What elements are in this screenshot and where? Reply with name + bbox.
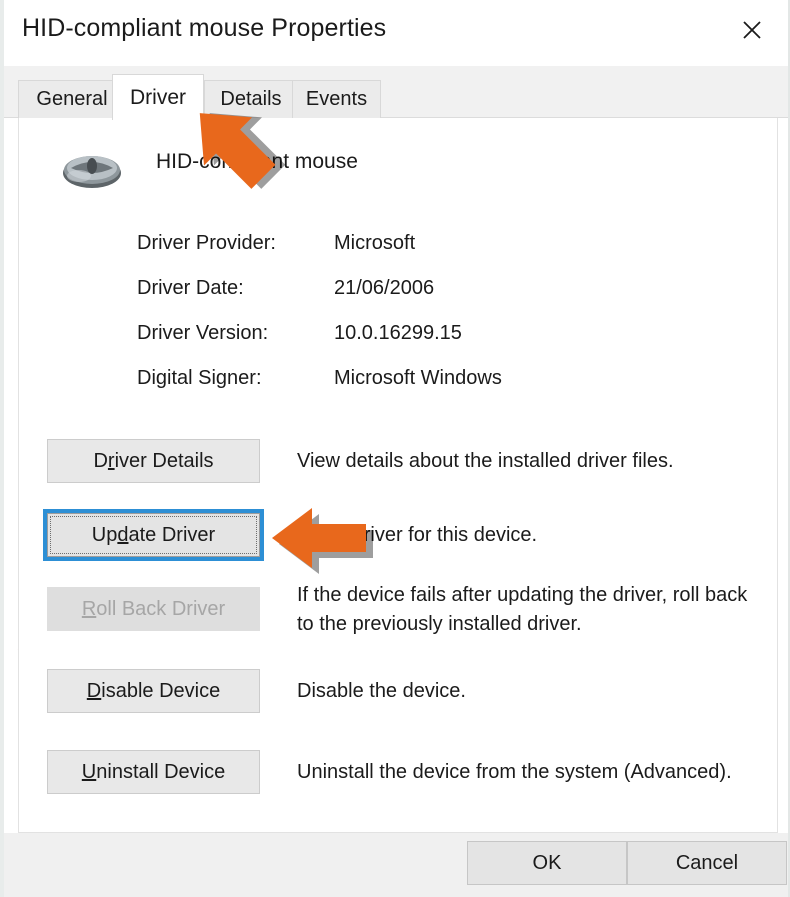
disable-device-description: Disable the device.: [297, 680, 466, 702]
button-label: Roll Back Driver: [81, 597, 226, 620]
info-row: Driver Provider: Microsoft: [137, 232, 697, 277]
tab-label: General: [36, 88, 108, 110]
info-label: Driver Provider:: [137, 232, 276, 254]
tab-strip: General Driver Details Events: [4, 66, 788, 120]
tab-details[interactable]: Details: [204, 80, 298, 118]
button-label: Disable Device: [86, 679, 221, 702]
info-label: Driver Version:: [137, 322, 269, 344]
driver-details-button[interactable]: Driver Details: [47, 439, 260, 483]
tab-label: Details: [220, 88, 282, 110]
close-icon[interactable]: [728, 8, 776, 52]
driver-details-description: View details about the installed driver …: [297, 450, 674, 472]
button-label: Driver Details: [93, 449, 214, 472]
driver-tab-panel: HID-compliant mouse Driver Provider: Mic…: [18, 117, 778, 833]
tab-events[interactable]: Events: [292, 80, 381, 118]
device-header: HID-compliant mouse: [43, 133, 643, 199]
disable-device-button[interactable]: Disable Device: [47, 669, 260, 713]
tab-label: Events: [305, 88, 368, 110]
uninstall-device-description: Uninstall the device from the system (Ad…: [297, 761, 732, 783]
title-bar: HID-compliant mouse Properties: [4, 0, 788, 66]
driver-info-table: Driver Provider: Microsoft Driver Date: …: [137, 232, 697, 412]
update-driver-description: te the driver for this device.: [297, 524, 538, 546]
info-value: Microsoft: [334, 232, 416, 254]
info-row: Driver Version: 10.0.16299.15: [137, 322, 697, 367]
device-name: HID-compliant mouse: [156, 150, 358, 173]
info-value: 10.0.16299.15: [334, 322, 462, 344]
uninstall-device-button[interactable]: Uninstall Device: [47, 750, 260, 794]
info-value: 21/06/2006: [334, 277, 435, 299]
ok-button[interactable]: OK: [467, 841, 627, 885]
button-label: Uninstall Device: [81, 760, 226, 783]
roll-back-driver-description: If the device fails after updating the d…: [297, 584, 748, 635]
info-row: Driver Date: 21/06/2006: [137, 277, 697, 322]
tab-label: Driver: [130, 85, 186, 109]
device-properties-dialog: HID-compliant mouse Properties General D…: [0, 0, 790, 897]
window-title: HID-compliant mouse Properties: [22, 14, 387, 42]
info-label: Digital Signer:: [137, 367, 262, 389]
mouse-icon: [61, 149, 123, 191]
tab-general[interactable]: General: [18, 80, 126, 118]
cancel-button[interactable]: Cancel: [627, 841, 787, 885]
update-driver-button[interactable]: Update Driver: [47, 513, 260, 557]
dialog-footer: OK Cancel: [4, 833, 788, 897]
button-label: Update Driver: [91, 523, 216, 546]
info-row: Digital Signer: Microsoft Windows: [137, 367, 697, 412]
roll-back-driver-button: Roll Back Driver: [47, 587, 260, 631]
tab-driver[interactable]: Driver: [112, 74, 204, 120]
info-label: Driver Date:: [137, 277, 244, 299]
info-value: Microsoft Windows: [334, 367, 502, 389]
